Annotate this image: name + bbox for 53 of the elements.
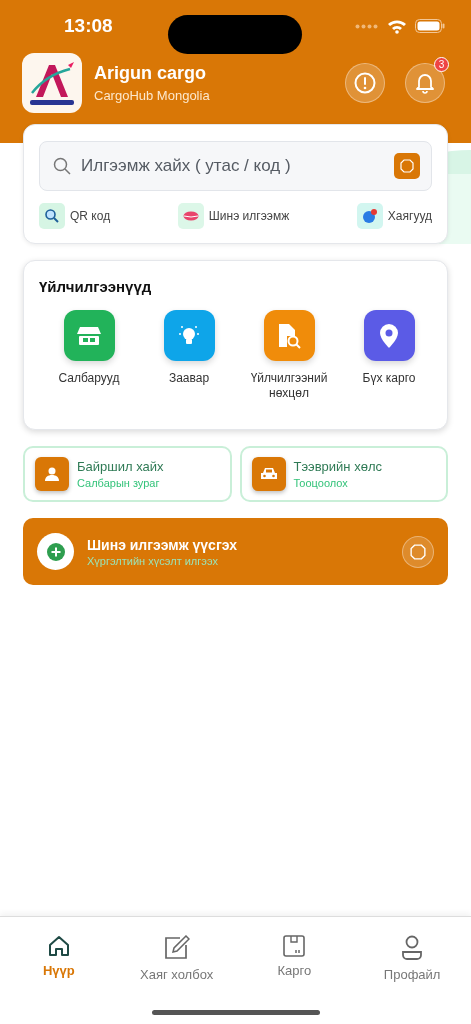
document-search-icon — [277, 322, 301, 349]
app-title: Arigun cargo — [94, 63, 207, 84]
service-item[interactable]: Үйлчилгээний нөхцөл — [239, 310, 339, 401]
home-icon — [47, 935, 70, 957]
banner-title: Шинэ илгээмж үүсгэх — [87, 536, 239, 553]
service-label: Салбарууд — [57, 371, 121, 386]
magnifier-icon — [44, 208, 60, 224]
location-pin-icon — [379, 322, 399, 349]
service-item[interactable]: Салбарууд — [39, 310, 139, 401]
store-icon — [76, 324, 102, 347]
shortcut-subtitle: Салбарын зураг — [77, 477, 161, 489]
globe-pin-icon — [361, 208, 378, 224]
shortcut-title: Тээврийн хөлс — [293, 459, 382, 474]
nav-tab[interactable]: Хаяг холбох — [117, 935, 236, 985]
logo-drawing — [22, 53, 82, 113]
shortcut-title: Байршил хайх — [77, 459, 164, 474]
search-field[interactable]: Илгээмж хайх ( утас / код ) — [79, 155, 386, 177]
scan-button[interactable] — [394, 153, 420, 179]
quick-link[interactable]: Шинэ илгээмж — [177, 203, 290, 229]
shortcut-card[interactable]: Тээврийн хөлс Тооцоолох — [239, 446, 448, 502]
alert-icon — [354, 72, 376, 94]
nav-tab[interactable]: Карго — [235, 935, 354, 985]
bell-icon — [415, 72, 435, 94]
notification-badge: 3 — [434, 57, 449, 72]
signal-icon — [355, 23, 379, 29]
service-label: Үйлчилгээний нөхцөл — [249, 371, 329, 401]
plus-icon — [46, 542, 65, 561]
user-icon — [401, 935, 424, 961]
section-title: Үйлчилгээнүүд — [39, 278, 153, 295]
quick-link[interactable]: QR код — [39, 203, 111, 229]
lips-icon — [182, 211, 199, 221]
search-icon — [53, 157, 71, 175]
status-time: 13:08 — [64, 15, 113, 37]
quick-link[interactable]: Хаягууд — [356, 203, 432, 229]
wifi-icon — [387, 18, 407, 34]
scan-icon — [410, 543, 426, 560]
app-subtitle: CargoHub Mongolia — [94, 88, 211, 103]
battery-icon — [415, 19, 445, 33]
service-label: Заавар — [167, 371, 211, 386]
shortcut-subtitle: Тооцоолох — [293, 477, 349, 489]
service-label: Бүх карго — [361, 371, 417, 386]
person-icon — [44, 466, 60, 482]
shortcut-card[interactable]: Байршил хайх Салбарын зураг — [23, 446, 232, 502]
info-button[interactable] — [345, 63, 385, 103]
search-bar[interactable]: Илгээмж хайх ( утас / код ) — [39, 141, 432, 191]
car-icon — [259, 467, 278, 481]
box-icon — [283, 935, 306, 957]
service-item[interactable]: Заавар — [139, 310, 239, 401]
scan-icon — [400, 159, 414, 173]
nav-tab[interactable]: Профайл — [353, 935, 471, 985]
edit-icon — [163, 935, 190, 961]
service-item[interactable]: Бүх карго — [339, 310, 439, 401]
banner-subtitle: Хүргэлтийн хүсэлт илгээх — [87, 554, 219, 567]
